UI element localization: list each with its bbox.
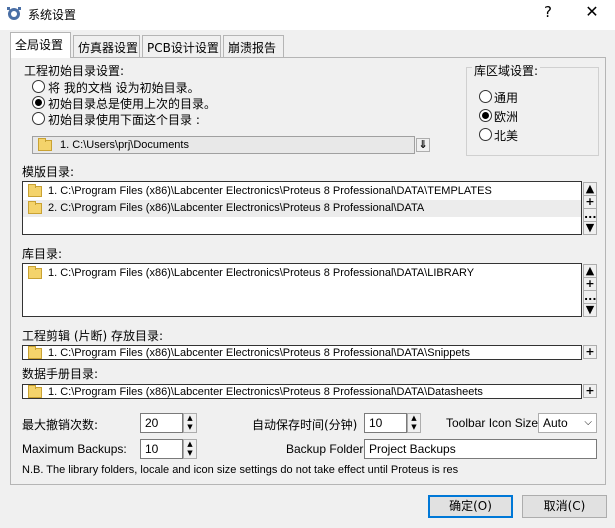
radio-locale-na-label: 北美 — [494, 129, 519, 143]
library-dirs-heading: 库目录: — [22, 247, 63, 261]
help-button[interactable]: ? — [538, 3, 558, 23]
autosave-input[interactable]: 10 — [364, 413, 407, 433]
datasheet-dirs-heading: 数据手册目录: — [22, 367, 99, 381]
snippet-add-button[interactable]: + — [583, 345, 597, 359]
ok-button[interactable]: 确定(O) — [428, 495, 513, 518]
spin-up-icon[interactable]: ▲ — [408, 414, 420, 423]
list-item[interactable]: 1. C:\Program Files (x86)\Labcenter Elec… — [23, 385, 581, 398]
spin-up-icon[interactable]: ▲ — [184, 440, 196, 449]
radio-mydocs-label: 将 我的文档 设为初始目录。 — [48, 81, 200, 95]
library-add-button[interactable]: + — [583, 277, 597, 291]
library-edit-button[interactable]: ... — [583, 290, 597, 304]
tab-crash-report[interactable]: 崩溃报告 — [223, 35, 284, 57]
backup-folder-input[interactable]: Project Backups — [364, 439, 597, 459]
template-dirs-list[interactable]: 1. C:\Program Files (x86)\Labcenter Elec… — [22, 181, 582, 235]
restart-note: N.B. The library folders, locale and ico… — [22, 464, 459, 476]
app-icon — [6, 6, 22, 22]
radio-last-dir[interactable] — [32, 96, 45, 109]
library-dirs-list[interactable]: 1. C:\Program Files (x86)\Labcenter Elec… — [22, 263, 582, 317]
snippet-dirs-list[interactable]: 1. C:\Program Files (x86)\Labcenter Elec… — [22, 345, 582, 360]
spin-down-icon[interactable]: ▼ — [408, 423, 420, 432]
radio-locale-generic-label: 通用 — [494, 91, 519, 105]
datasheet-add-button[interactable]: + — [583, 384, 597, 398]
toolbar-icon-size-label: Toolbar Icon Size: — [446, 416, 542, 430]
tab-simulator-settings[interactable]: 仿真器设置 — [73, 35, 140, 57]
max-undo-label: 最大撤销次数: — [22, 418, 99, 432]
datasheet-dirs-list[interactable]: 1. C:\Program Files (x86)\Labcenter Elec… — [22, 384, 582, 399]
spin-down-icon[interactable]: ▼ — [184, 449, 196, 458]
list-item[interactable]: 2. C:\Program Files (x86)\Labcenter Elec… — [23, 200, 581, 217]
list-item[interactable]: 1. C:\Program Files (x86)\Labcenter Elec… — [23, 265, 581, 282]
folder-icon — [28, 184, 42, 197]
tab-global-settings[interactable]: 全局设置 — [10, 32, 71, 58]
autosave-label: 自动保存时间(分钟) — [252, 418, 358, 432]
folder-icon — [28, 385, 42, 398]
folder-icon — [28, 346, 42, 359]
template-move-up-button[interactable]: ▲ — [583, 182, 597, 196]
spin-down-icon[interactable]: ▼ — [184, 423, 196, 432]
list-item[interactable]: 1. C:\Program Files (x86)\Labcenter Elec… — [23, 346, 581, 359]
radio-last-dir-label: 初始目录总是使用上次的目录。 — [48, 97, 217, 111]
folder-icon — [28, 201, 42, 214]
template-edit-button[interactable]: ... — [583, 208, 597, 222]
radio-mydocs[interactable] — [32, 80, 45, 93]
toolbar-icon-size-select[interactable]: Auto ⌵ — [538, 413, 597, 433]
library-move-up-button[interactable]: ▲ — [583, 264, 597, 278]
project-dir-heading: 工程初始目录设置: — [24, 64, 125, 78]
spin-up-icon[interactable]: ▲ — [184, 414, 196, 423]
max-backups-spinner[interactable]: ▲ ▼ — [183, 439, 197, 459]
radio-locale-na[interactable] — [479, 128, 492, 141]
list-item[interactable]: 1. C:\Program Files (x86)\Labcenter Elec… — [23, 183, 581, 200]
radio-custom-dir[interactable] — [32, 112, 45, 125]
library-move-down-button[interactable]: ▼ — [583, 303, 597, 317]
template-dirs-heading: 模版目录: — [22, 165, 75, 179]
max-backups-label: Maximum Backups: — [22, 442, 127, 456]
template-move-down-button[interactable]: ▼ — [583, 221, 597, 235]
locale-heading: 库区域设置: — [472, 62, 541, 79]
tab-pcb-settings[interactable]: PCB设计设置 — [142, 35, 221, 57]
folder-icon — [38, 138, 52, 151]
radio-locale-generic[interactable] — [479, 90, 492, 103]
browse-button[interactable]: ⇓ — [416, 138, 430, 152]
backup-folder-label: Backup Folder: — [286, 442, 367, 456]
autosave-spinner[interactable]: ▲ ▼ — [407, 413, 421, 433]
radio-locale-europe[interactable] — [479, 109, 492, 122]
close-button[interactable]: ✕ — [580, 2, 604, 24]
max-undo-spinner[interactable]: ▲ ▼ — [183, 413, 197, 433]
cancel-button[interactable]: 取消(C) — [522, 495, 607, 518]
radio-locale-europe-label: 欧洲 — [494, 110, 519, 124]
max-backups-input[interactable]: 10 — [140, 439, 183, 459]
max-undo-input[interactable]: 20 — [140, 413, 183, 433]
radio-custom-dir-label: 初始目录使用下面这个目录 : — [48, 113, 200, 127]
template-add-button[interactable]: + — [583, 195, 597, 209]
list-item: 1. C:\Users\prj\Documents — [33, 137, 414, 153]
title-bar — [0, 0, 615, 30]
snippet-dirs-heading: 工程剪辑 (片断) 存放目录: — [22, 329, 164, 343]
project-dir-field[interactable]: 1. C:\Users\prj\Documents — [32, 136, 415, 154]
folder-icon — [28, 266, 42, 279]
chevron-down-icon: ⌵ — [584, 417, 592, 428]
window-title: 系统设置 — [28, 8, 77, 22]
